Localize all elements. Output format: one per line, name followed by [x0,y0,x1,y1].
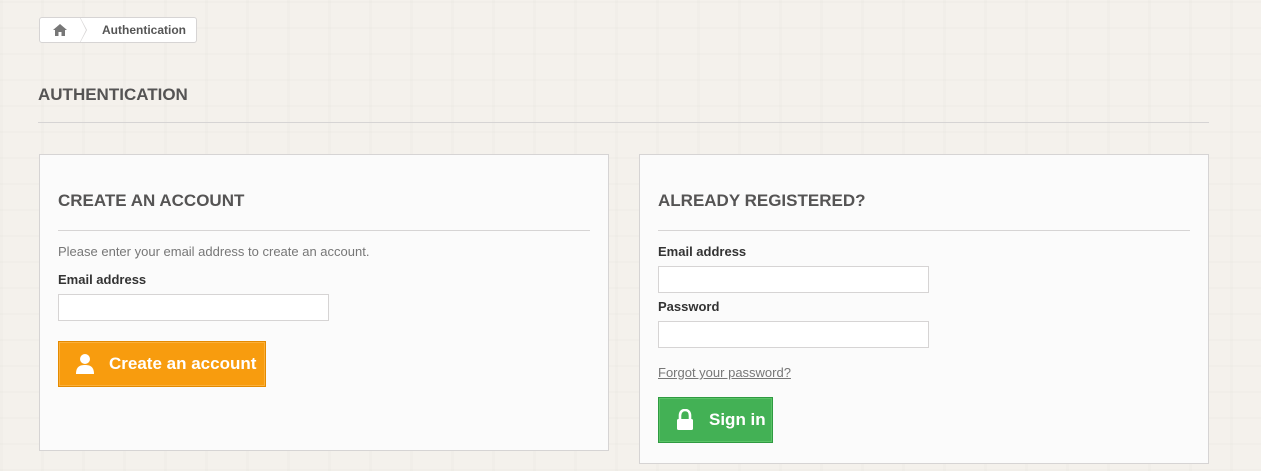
create-account-button[interactable]: Create an account [58,341,266,387]
create-account-button-label: Create an account [109,354,257,373]
create-account-panel: CREATE AN ACCOUNT Please enter your emai… [39,154,609,451]
login-email-input[interactable] [658,266,929,293]
create-email-label: Email address [58,272,147,287]
sign-in-button-label: Sign in [709,410,766,429]
create-email-input[interactable] [58,294,329,321]
login-title: ALREADY REGISTERED? [658,191,1190,231]
login-panel: ALREADY REGISTERED? Email address Passwo… [639,154,1209,464]
breadcrumb-home[interactable] [40,18,87,42]
login-password-label: Password [658,299,720,314]
sign-in-button[interactable]: Sign in [658,397,773,443]
lock-icon [677,409,693,430]
user-icon [76,354,94,374]
create-account-title: CREATE AN ACCOUNT [58,191,590,231]
breadcrumb-current: Authentication [102,23,186,37]
forgot-password-link[interactable]: Forgot your password? [658,365,791,380]
breadcrumb: Authentication [39,17,197,43]
login-password-input[interactable] [658,321,929,348]
login-email-label: Email address [658,244,747,259]
create-account-help-text: Please enter your email address to creat… [58,244,370,259]
home-icon [53,24,67,36]
page-title: Authentication [38,85,1209,123]
